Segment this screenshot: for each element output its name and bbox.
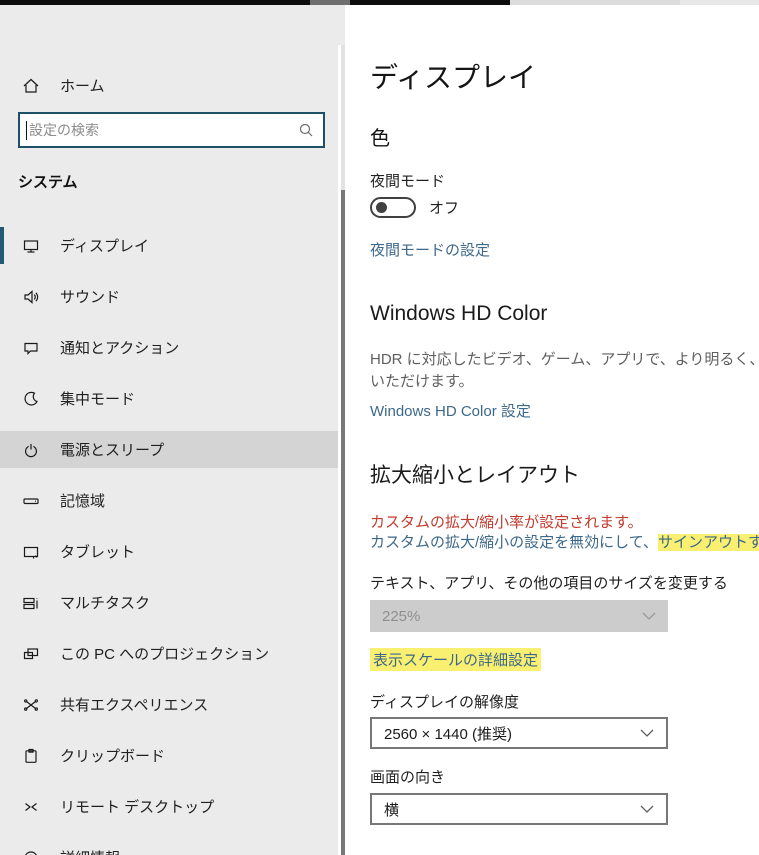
sidebar-section-system: システム: [18, 174, 78, 191]
size-select: 225%: [370, 600, 668, 632]
sidebar-item-12[interactable]: 詳細情報: [0, 839, 338, 855]
section-title-color: 色: [370, 128, 390, 150]
section-title-hd-color: Windows HD Color: [370, 302, 548, 325]
sidebar-item-label: 共有エクスペリエンス: [60, 697, 209, 714]
notifications-icon: [22, 339, 40, 357]
sidebar-item-10[interactable]: クリップボード: [0, 737, 338, 774]
sidebar-nav: ディスプレイ サウンド通知とアクション 集中モード電源とスリープ 記憶域タブレットマル…: [0, 227, 338, 855]
size-select-value: 225%: [382, 607, 421, 625]
sidebar-item-2[interactable]: 通知とアクション: [0, 329, 338, 366]
sidebar-item-label: タブレット: [60, 544, 136, 561]
sidebar-item-label: リモート デスクトップ: [60, 799, 215, 816]
sidebar-item-6[interactable]: タブレット: [0, 533, 338, 570]
multitask-icon: [22, 594, 40, 612]
sidebar-item-4[interactable]: 電源とスリープ: [0, 431, 338, 468]
projection-icon: [22, 645, 40, 663]
sidebar-item-3[interactable]: 集中モード: [0, 380, 338, 417]
signout-link-prefix: カスタムの拡大/縮小の設定を無効にして、: [370, 534, 658, 551]
sidebar-item-11[interactable]: リモート デスクトップ: [0, 788, 338, 825]
sidebar-item-9[interactable]: 共有エクスペリエンス: [0, 686, 338, 723]
chevron-down-icon: [642, 612, 656, 621]
size-change-label: テキスト、アプリ、その他の項目のサイズを変更する: [370, 575, 728, 592]
toggle-state-label: オフ: [429, 200, 460, 217]
sidebar-item-label: 通知とアクション: [60, 340, 180, 357]
orientation-select-value: 横: [384, 801, 400, 819]
sidebar-item-label: 集中モード: [60, 391, 136, 408]
sidebar-item-label: マルチタスク: [60, 595, 151, 612]
custom-scale-signout-link[interactable]: カスタムの拡大/縮小の設定を無効にして、サインアウトする: [370, 531, 759, 552]
advanced-scaling-link[interactable]: 表示スケールの詳細設定: [370, 648, 542, 671]
page-title: ディスプレイ: [370, 62, 537, 93]
search-input[interactable]: 設定の検索: [18, 112, 325, 148]
text-caret: [26, 120, 27, 140]
sidebar-item-5[interactable]: 記憶域: [0, 482, 338, 519]
display-icon: [22, 237, 40, 255]
night-mode-settings-link[interactable]: 夜間モードの設定: [370, 239, 490, 260]
home-icon: [22, 77, 40, 95]
night-mode-toggle[interactable]: [370, 197, 416, 218]
resolution-label: ディスプレイの解像度: [370, 694, 519, 711]
sidebar-item-label: 記憶域: [60, 493, 106, 510]
search-icon[interactable]: [298, 122, 314, 138]
toggle-knob: [376, 202, 387, 213]
tablet-icon: [22, 543, 40, 561]
night-mode-label: 夜間モード: [370, 173, 446, 190]
hd-color-description-line1: HDR に対応したビデオ、ゲーム、アプリで、より明るく、より鮮やかな画: [370, 351, 759, 368]
sidebar-item-0[interactable]: ディスプレイ: [0, 227, 338, 264]
search-placeholder: 設定の検索: [29, 122, 99, 138]
main-content: ディスプレイ 色 夜間モード オフ 夜間モードの設定 Windows HD Co…: [345, 5, 759, 855]
sidebar-item-label: ディスプレイ: [60, 238, 149, 255]
clipboard-icon: [22, 747, 40, 765]
sidebar-item-label: ホーム: [60, 78, 105, 95]
shared-experiences-icon: [22, 696, 40, 714]
remote-desktop-icon: [22, 798, 40, 816]
storage-icon: [22, 492, 40, 510]
power-icon: [22, 441, 40, 459]
focus-mode-icon: [22, 390, 40, 408]
night-mode-toggle-row: オフ: [370, 197, 459, 218]
resolution-select-value: 2560 × 1440 (推奨): [384, 725, 512, 743]
settings-window: ← 設定 ホーム 設定の検索 システム ディスプレイサウンド通知とアクション集中…: [0, 0, 759, 855]
sidebar-item-label: クリップボード: [60, 748, 166, 765]
orientation-label: 画面の向き: [370, 769, 446, 786]
sidebar-item-8[interactable]: この PC へのプロジェクション: [0, 635, 338, 672]
about-icon: [22, 849, 40, 855]
sidebar-item-1[interactable]: サウンド: [0, 278, 338, 315]
custom-scale-warning: カスタムの拡大/縮小率が設定されます。: [370, 514, 643, 531]
signout-link-highlighted[interactable]: サインアウトする: [657, 534, 759, 551]
sidebar-item-label: 電源とスリープ: [60, 442, 165, 459]
hd-color-description-line2: いただけます。: [370, 373, 474, 390]
sidebar-item-label: 詳細情報: [60, 847, 120, 855]
orientation-select[interactable]: 横: [370, 793, 668, 825]
sidebar-item-7[interactable]: マルチタスク: [0, 584, 338, 621]
section-title-scale-layout: 拡大縮小とレイアウト: [370, 464, 580, 487]
hd-color-settings-link[interactable]: Windows HD Color 設定: [370, 400, 531, 421]
resolution-select[interactable]: 2560 × 1440 (推奨): [370, 717, 668, 749]
chevron-down-icon: [640, 805, 654, 814]
chevron-down-icon: [640, 729, 654, 738]
sidebar-item-home[interactable]: ホーム: [0, 67, 338, 104]
sidebar-item-label: この PC へのプロジェクション: [60, 646, 270, 663]
sidebar-item-label: サウンド: [60, 289, 121, 306]
sidebar: ホーム 設定の検索 システム ディスプレイ サウンド通知とアクション 集中モード電源…: [0, 5, 338, 855]
sound-icon: [22, 288, 40, 306]
